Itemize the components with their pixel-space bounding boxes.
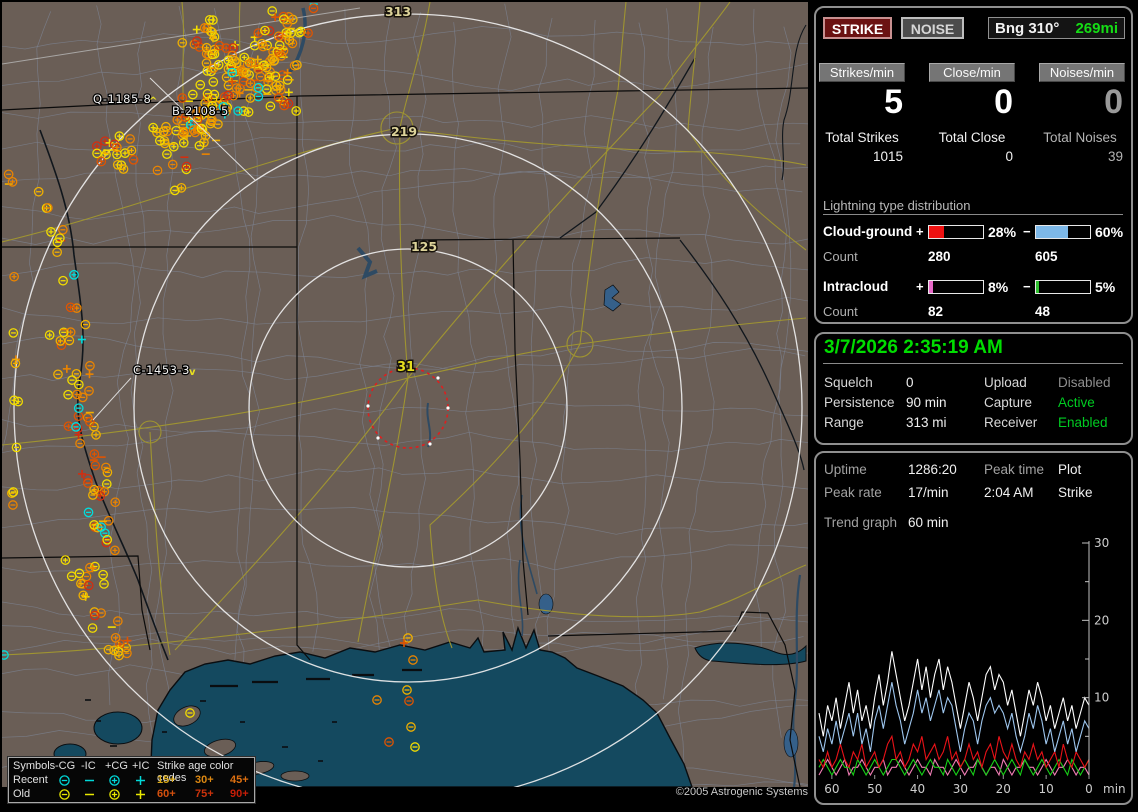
trend-graph: 10 20 30 60 50 40 30 20 10 0 min xyxy=(818,537,1126,796)
persistence-label: Persistence xyxy=(824,395,895,410)
close-per-min-value: 0 xyxy=(994,83,1013,121)
receiver-value: Enabled xyxy=(1058,415,1108,430)
trend-graph-window: 60 min xyxy=(908,515,949,530)
peak-rate-label: Peak rate xyxy=(824,485,882,500)
receiver-label: Receiver xyxy=(984,415,1038,430)
uptime-value: 1286:20 xyxy=(908,462,957,477)
svg-text:313: 313 xyxy=(385,4,411,19)
trend-graph-label: Trend graph xyxy=(824,515,898,530)
datetime-display: 3/7/2026 2:35:19 AM xyxy=(824,337,1003,358)
ic-pos-count: 82 xyxy=(928,304,944,319)
svg-text:10: 10 xyxy=(1039,782,1054,796)
stats-panel: STRIKE NOISE Bng 310° 269mi Strikes/min … xyxy=(814,6,1133,324)
total-close-value: 0 xyxy=(1005,149,1013,164)
svg-text:31: 31 xyxy=(397,360,415,375)
ic-neg-pct: 5% xyxy=(1095,279,1116,295)
bearing-range: 269mi xyxy=(1075,19,1118,37)
svg-text:10: 10 xyxy=(1094,691,1109,705)
cg-neg-count: 605 xyxy=(1035,249,1058,264)
plot-mode-value: Strike xyxy=(1058,485,1093,500)
uptime-label: Uptime xyxy=(824,462,867,477)
plot-label: Plot xyxy=(1058,462,1082,477)
total-strikes-label: Total Strikes xyxy=(825,130,899,145)
svg-text:60: 60 xyxy=(824,782,839,796)
lightning-map[interactable]: 313 219 125 31 Q-1185-8^ B-2108-5 C-1453-3 v xyxy=(2,2,808,787)
squelch-label: Squelch xyxy=(824,375,873,390)
lightning-tracker-app: { "header": { "strike": "STRIKE", "noise… xyxy=(0,0,1138,812)
svg-text:20: 20 xyxy=(996,782,1011,796)
svg-text:min: min xyxy=(1103,782,1126,796)
ic-pos-old-icon xyxy=(134,788,147,801)
ic-pos-pct: 8% xyxy=(988,279,1009,295)
cg-pos-old-icon xyxy=(108,788,121,801)
bearing-indicator: Bng 310° 269mi xyxy=(988,17,1125,39)
svg-text:0: 0 xyxy=(1085,782,1093,796)
upload-label: Upload xyxy=(984,375,1027,390)
symbol-legend: Symbols -CG -IC +CG +IC Strike age color… xyxy=(7,756,256,804)
cg-neg-pct: 60% xyxy=(1095,224,1124,240)
ic-neg-old-icon xyxy=(83,788,96,801)
total-noises-value: 39 xyxy=(1107,149,1123,164)
cg-pos-bar xyxy=(928,225,984,239)
svg-text:C-1453-3: C-1453-3 xyxy=(133,363,190,377)
cg-pos-count: 280 xyxy=(928,249,951,264)
persistence-value: 90 min xyxy=(906,395,947,410)
svg-text:125: 125 xyxy=(411,239,437,254)
capture-value: Active xyxy=(1058,395,1095,410)
svg-text:B-2108-5: B-2108-5 xyxy=(172,104,229,118)
legend-header-symbols: Symbols xyxy=(13,760,56,772)
svg-text:50: 50 xyxy=(867,782,882,796)
ic-pos-recent-icon xyxy=(134,774,147,787)
svg-text:40: 40 xyxy=(910,782,925,796)
strikes-per-min-value: 5 xyxy=(884,83,903,121)
svg-text:^: ^ xyxy=(149,96,157,107)
range-label: Range xyxy=(824,415,864,430)
peak-rate-value: 17/min xyxy=(908,485,949,500)
cloud-ground-label: Cloud-ground xyxy=(823,224,913,239)
range-value: 313 mi xyxy=(906,415,947,430)
ic-pos-bar xyxy=(928,280,984,294)
noises-per-min-value: 0 xyxy=(1104,83,1123,121)
peak-time-value: 2:04 AM xyxy=(984,485,1034,500)
svg-text:20: 20 xyxy=(1094,613,1109,627)
svg-text:30: 30 xyxy=(953,782,968,796)
total-noises-label: Total Noises xyxy=(1043,130,1117,145)
peak-time-label: Peak time xyxy=(984,462,1045,477)
cg-neg-recent-icon xyxy=(58,774,71,787)
intracloud-label: Intracloud xyxy=(823,279,889,294)
noise-button[interactable]: NOISE xyxy=(901,17,964,39)
svg-text:219: 219 xyxy=(391,124,417,139)
total-strikes-value: 1015 xyxy=(872,149,903,164)
noises-per-min-chip: Noises/min xyxy=(1039,63,1125,82)
ic-neg-bar xyxy=(1035,280,1091,294)
status-panel: 3/7/2026 2:35:19 AM Squelch 0 Upload Dis… xyxy=(814,332,1133,445)
ic-neg-recent-icon xyxy=(83,774,96,787)
svg-text:v: v xyxy=(189,367,196,378)
capture-label: Capture xyxy=(984,395,1033,410)
legend-row-recent: Recent xyxy=(13,774,48,786)
cg-neg-bar xyxy=(1035,225,1091,239)
cg-pos-pct: 28% xyxy=(988,224,1017,240)
cg-pos-recent-icon xyxy=(108,774,121,787)
upload-value: Disabled xyxy=(1058,375,1111,390)
close-per-min-chip: Close/min xyxy=(929,63,1015,82)
cg-neg-old-icon xyxy=(58,788,71,801)
squelch-value: 0 xyxy=(906,375,914,390)
copyright-text: ©2005 Astrogenic Systems xyxy=(675,786,808,798)
distribution-title: Lightning type distribution xyxy=(823,198,971,213)
trend-panel: Uptime 1286:20 Peak time Plot Peak rate … xyxy=(814,451,1133,805)
total-close-label: Total Close xyxy=(938,130,1006,145)
svg-text:30: 30 xyxy=(1094,537,1109,550)
strike-button[interactable]: STRIKE xyxy=(823,17,892,39)
ic-neg-count: 48 xyxy=(1035,304,1051,319)
svg-text:Q-1185-8: Q-1185-8 xyxy=(93,92,151,106)
strikes-per-min-chip: Strikes/min xyxy=(819,63,905,82)
legend-row-old: Old xyxy=(13,788,31,800)
bearing-value: Bng 310° xyxy=(995,19,1060,37)
